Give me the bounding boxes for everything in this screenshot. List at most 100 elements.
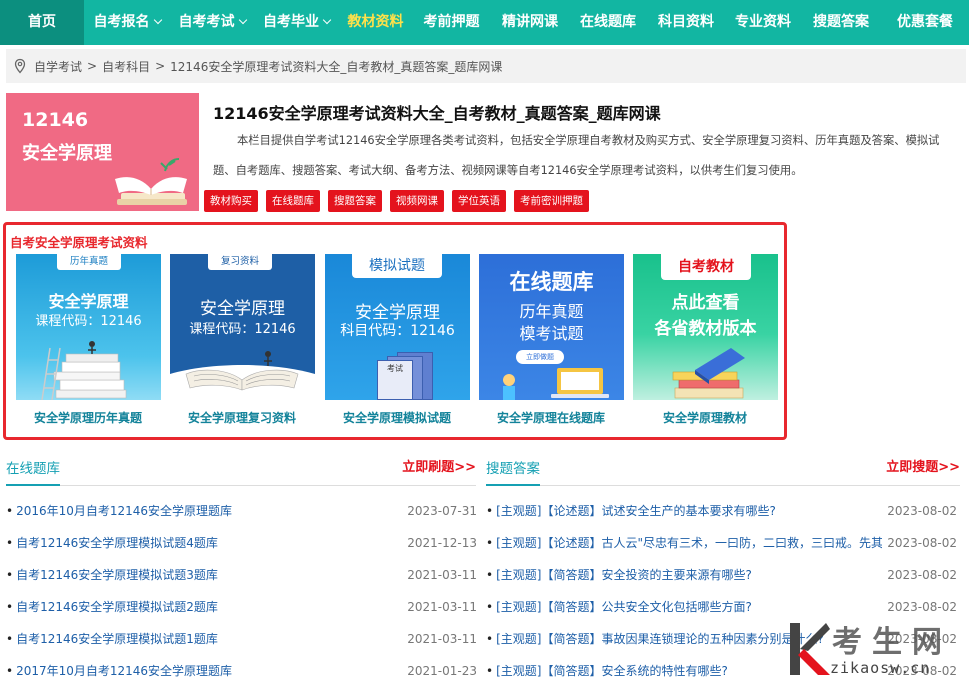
nav-packages[interactable]: 优惠套餐 [881, 0, 969, 45]
card-caption[interactable]: 安全学原理历年真题 [8, 409, 168, 426]
list-item-date: 2023-07-31 [407, 504, 477, 518]
nav-label: 在线题库 [580, 14, 636, 30]
list-item-link[interactable]: [主观题]【简答题】事故因果连锁理论的五种因素分别是什么? [496, 623, 824, 655]
card-caption[interactable]: 安全学原理教材 [625, 409, 785, 426]
card-caption[interactable]: 安全学原理在线题库 [471, 409, 631, 426]
search-now-link[interactable]: 立即搜题>> [886, 456, 960, 475]
top-nav: 首页 自考报名 自考考试 自考毕业 教材资料 考前押题 精讲网课 在线题库 科目… [0, 0, 969, 45]
list-item-link[interactable]: 自考12146安全学原理模拟试题4题库 [16, 536, 218, 550]
card-line2: 科目代码：12146 [340, 323, 455, 339]
tag-question-bank[interactable]: 在线题库 [266, 190, 320, 212]
card-badge: 在线题库 [509, 270, 594, 294]
list-item: • [主观题]【论述题】古人云"尽忠有三术，一曰防，二曰救，三曰戒。先其 2023-… [486, 527, 957, 559]
book-stack-icon [672, 348, 745, 399]
card-review-materials[interactable]: 复习资料 安全学原理 课程代码：12146 [170, 254, 315, 400]
list-item-link[interactable]: 2016年10月自考12146安全学原理题库 [16, 504, 232, 518]
nav-materials[interactable]: 教材资料 [339, 0, 412, 45]
list-item-link[interactable]: [主观题]【论述题】古人云"尽忠有三术，一曰防，二曰救，三曰戒。先其 [496, 527, 882, 559]
list-item: • 自考12146安全学原理模拟试题2题库 2021-03-11 [6, 591, 477, 623]
breadcrumb-link-subjects[interactable]: 自考科目 [102, 58, 150, 75]
card-line2: 模考试题 [519, 324, 584, 343]
tag-degree-english[interactable]: 学位英语 [452, 190, 506, 212]
card-line2: 各省教材版本 [654, 319, 757, 339]
nav-courses[interactable]: 精讲网课 [491, 0, 569, 45]
page-description: 本栏目提供自学考试12146安全学原理各类考试资料，包括安全学原理自考教材及购买… [213, 134, 940, 177]
breadcrumb: 自学考试 > 自考科目 > 12146安全学原理考试资料大全_自考教材_真题答案… [6, 49, 966, 83]
list-item-link[interactable]: [主观题]【简答题】安全投资的主要来源有哪些? [496, 559, 752, 591]
nav-exam[interactable]: 自考考试 [170, 0, 254, 45]
card-line1: 点此查看 [671, 293, 740, 313]
watermark-cn: 考生网 [832, 625, 952, 660]
nav-predict[interactable]: 考前押题 [412, 0, 491, 45]
site-watermark: 考生网 zikaosw.cn [784, 615, 969, 685]
answers-section-header: 搜题答案 立即搜题>> [486, 452, 960, 486]
nav-label: 自考毕业 [263, 14, 319, 30]
list-item-link[interactable]: 2017年10月自考12146安全学原理题库 [16, 664, 232, 678]
nav-search-answers[interactable]: 搜题答案 [801, 0, 881, 45]
nav-label: 优惠套餐 [897, 14, 953, 30]
practice-now-link[interactable]: 立即刷题>> [402, 456, 476, 475]
list-item-link[interactable]: 自考12146安全学原理模拟试题3题库 [16, 568, 218, 582]
tag-exam-training[interactable]: 考前密训押题 [514, 190, 589, 212]
breadcrumb-current: 12146安全学原理考试资料大全_自考教材_真题答案_题库网课 [170, 59, 503, 74]
chevron-down-icon [322, 15, 332, 25]
nav-label: 自考报名 [93, 14, 150, 30]
question-bank-section-header: 在线题库 立即刷题>> [6, 452, 476, 486]
tag-buy-textbook[interactable]: 教材购买 [204, 190, 258, 212]
cover-code: 12146 [22, 109, 89, 131]
nav-subject-materials[interactable]: 科目资料 [647, 0, 725, 45]
card-caption[interactable]: 安全学原理复习资料 [162, 409, 322, 426]
list-item-link[interactable]: 自考12146安全学原理模拟试题1题库 [16, 632, 218, 646]
list-item-date: 2021-03-11 [407, 632, 477, 646]
chevron-down-icon [153, 15, 162, 25]
list-item: • 2017年10月自考12146安全学原理题库 2021-01-23 [6, 655, 477, 685]
card-badge: 复习资料 [208, 254, 272, 270]
nav-label: 考前押题 [423, 14, 480, 30]
nav-label: 科目资料 [658, 14, 714, 30]
breadcrumb-link-self-study[interactable]: 自学考试 [34, 58, 82, 75]
card-badge: 模拟试题 [352, 254, 442, 278]
nav-major-materials[interactable]: 专业资料 [725, 0, 801, 45]
nav-label: 专业资料 [735, 14, 791, 30]
resources-title: 自考安全学原理考试资料 [10, 235, 148, 250]
section-title: 在线题库 [6, 457, 60, 486]
list-item-link[interactable]: [主观题]【简答题】公共安全文化包括哪些方面? [496, 591, 752, 623]
card-online-bank[interactable]: 在线题库 历年真题 模考试题 立即做题 [479, 254, 624, 400]
breadcrumb-separator: > [87, 59, 98, 73]
list-item-link[interactable]: [主观题]【论述题】试述安全生产的基本要求有哪些? [496, 495, 776, 527]
tag-video-courses[interactable]: 视频网课 [390, 190, 444, 212]
nav-exam-register[interactable]: 自考报名 [84, 0, 170, 45]
nav-label: 精讲网课 [502, 14, 558, 30]
question-bank-list: • 2016年10月自考12146安全学原理题库 2023-07-31 • 自考121… [6, 495, 477, 685]
card-mock-exams[interactable]: 模拟试题 安全学原理 科目代码：12146 考试 [325, 254, 470, 400]
breadcrumb-separator: > [155, 59, 166, 73]
list-item: • 自考12146安全学原理模拟试题3题库 2021-03-11 [6, 559, 477, 591]
list-item-link[interactable]: [主观题]【简答题】安全系统的特性有哪些? [496, 655, 728, 685]
quick-link-tags: 教材购买 在线题库 搜题答案 视频网课 学位英语 考前密训押题 [204, 190, 589, 212]
laptop-illustration-icon [503, 368, 609, 400]
book-stack-icon [41, 341, 127, 400]
nav-graduation[interactable]: 自考毕业 [254, 0, 339, 45]
card-textbooks[interactable]: 自考教材 点此查看 各省教材版本 [633, 254, 778, 400]
list-item: • 2016年10月自考12146安全学原理题库 2023-07-31 [6, 495, 477, 527]
card-line2: 课程代码：12146 [35, 314, 142, 329]
list-item-link[interactable]: 自考12146安全学原理模拟试题2题库 [16, 600, 218, 614]
list-item-date: 2021-12-13 [407, 536, 477, 550]
list-item-date: 2021-01-23 [407, 664, 477, 678]
book-label: 考试 [377, 360, 413, 400]
nav-label: 搜题答案 [813, 14, 869, 30]
resources-panel: 自考安全学原理考试资料 历年真题 安全学原理 课程代码：12146 安全学原理历… [3, 222, 787, 440]
list-item: • [主观题]【简答题】安全投资的主要来源有哪些? 2023-08-02 [486, 559, 957, 591]
section-title: 搜题答案 [486, 457, 540, 486]
nav-label: 自考考试 [178, 14, 235, 30]
card-caption[interactable]: 安全学原理模拟试题 [317, 409, 477, 426]
nav-label: 首页 [28, 14, 56, 30]
card-line1: 历年真题 [519, 302, 584, 321]
nav-question-bank[interactable]: 在线题库 [569, 0, 647, 45]
card-line2: 课程代码：12146 [189, 322, 296, 337]
tag-search-answers[interactable]: 搜题答案 [328, 190, 382, 212]
card-past-papers[interactable]: 历年真题 安全学原理 课程代码：12146 [16, 254, 161, 400]
open-book-icon [115, 158, 187, 205]
nav-home[interactable]: 首页 [0, 0, 84, 45]
chevron-down-icon [238, 15, 247, 25]
